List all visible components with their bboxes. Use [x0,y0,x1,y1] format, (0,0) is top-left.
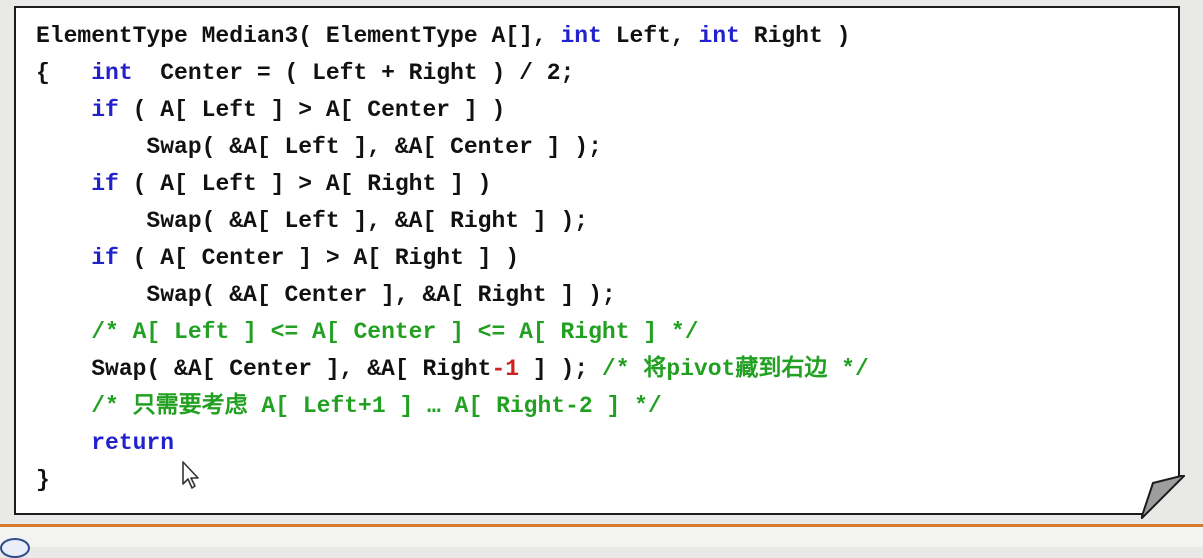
code-line: ElementType Median3( ElementType A[], in… [36,18,869,55]
code-line: if ( A[ Left ] > A[ Center ] ) [36,92,869,129]
code-highlight: -1 [491,356,520,382]
code-line: if ( A[ Center ] > A[ Right ] ) [36,240,869,277]
code-line: Swap( &A[ Center ], &A[ Right-1 ] ); /* … [36,351,869,388]
code-text: } [36,467,50,493]
code-text: Swap( &A[ Center ], &A[ Right ] ); [36,282,616,308]
code-comment: /* 只需要考虑 A[ Left+1 ] … A[ Right-2 ] */ [91,393,662,419]
code-text: ] ); [519,356,602,382]
code-keyword: int [698,23,740,49]
code-line: /* A[ Left ] <= A[ Center ] <= A[ Right … [36,314,869,351]
code-line: /* 只需要考虑 A[ Left+1 ] … A[ Right-2 ] */ [36,388,869,425]
code-text: ElementType Median3( ElementType A[], [36,23,561,49]
code-text: ( A[ Left ] > A[ Center ] ) [118,97,506,123]
mouse-pointer-icon [182,461,199,489]
code-line: Swap( &A[ Left ], &A[ Right ] ); [36,203,869,240]
code-keyword: if [91,97,119,123]
code-line: Swap( &A[ Left ], &A[ Center ] ); [36,129,869,166]
code-keyword: if [91,245,119,271]
code-line: return [36,425,869,462]
code-text: Right ) [739,23,851,49]
page-fold-icon [1141,475,1185,519]
code-keyword: int [560,23,602,49]
footer-divider [0,524,1203,527]
code-keyword: return [91,430,175,456]
slide-footer [0,524,1203,547]
code-text: Swap( &A[ Center ], &A[ Right [36,356,492,382]
code-text: ( A[ Left ] > A[ Right ] ) [118,171,492,197]
code-keyword: if [91,171,119,197]
code-block: ElementType Median3( ElementType A[], in… [36,18,869,499]
code-comment: /* A[ Left ] <= A[ Center ] <= A[ Right … [91,319,699,345]
code-line: } [36,462,869,499]
code-text: ( A[ Center ] > A[ Right ] ) [118,245,520,271]
code-line: { int Center = ( Left + Right ) / 2; [36,55,869,92]
footer-logo-shape [0,538,30,558]
code-text: { [36,60,92,86]
code-line: Swap( &A[ Center ], &A[ Right ] ); [36,277,869,314]
code-text: Left, [601,23,699,49]
code-comment: /* 将pivot藏到右边 */ [601,356,869,382]
code-text: Swap( &A[ Left ], &A[ Right ] ); [36,208,589,234]
code-line: if ( A[ Left ] > A[ Right ] ) [36,166,869,203]
code-keyword: int [91,60,133,86]
code-text: Center = ( Left + Right ) / 2; [132,60,575,86]
code-text: Swap( &A[ Left ], &A[ Center ] ); [36,134,602,160]
